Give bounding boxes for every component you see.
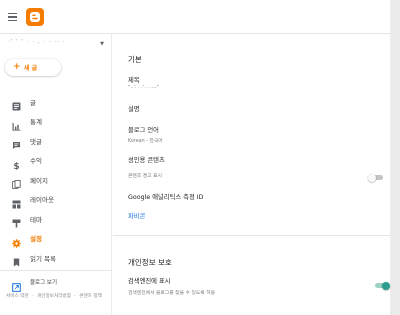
- caret-down-icon: ▼: [100, 41, 104, 47]
- sidebar-item-label: 수익: [30, 157, 42, 165]
- new-post-button[interactable]: + 새 글: [5, 59, 61, 76]
- blog-name: ·' ˈ ’ · · ‚ · · ·· ·: [8, 39, 66, 45]
- basic-section-title: 기본: [128, 55, 142, 64]
- divider: [0, 270, 112, 271]
- sidebar-item-reading-list[interactable]: 읽기 목록: [0, 247, 112, 267]
- sidebar-item-theme[interactable]: 테마: [0, 208, 112, 228]
- sidebar-item-settings[interactable]: 설정: [0, 228, 112, 248]
- top-bar: [0, 0, 390, 34]
- hamburger-icon[interactable]: [8, 13, 17, 22]
- blog-selector[interactable]: ·' ˈ ’ · · ‚ · · ·· · ▼: [8, 39, 106, 51]
- sidebar-item-pages[interactable]: 페이지: [0, 169, 112, 189]
- privacy-section-title: 개인정보 보호: [128, 258, 172, 267]
- title-setting[interactable]: 제목: [128, 75, 140, 84]
- sidebar-item-label: 댓글: [30, 137, 42, 146]
- sidebar-item-label: 읽기 목록: [30, 254, 56, 263]
- sidebar-item-label: 글: [30, 98, 36, 107]
- stats-icon: [12, 116, 21, 131]
- sidebar-item-stats[interactable]: 통계: [0, 111, 112, 131]
- description-setting[interactable]: 설명: [128, 104, 140, 113]
- layout-icon: [12, 194, 21, 208]
- search-visibility-desc: 검색엔진에서 블로그를 찾을 수 있도록 허용: [128, 291, 216, 296]
- app-window: ·' ˈ ’ · · ‚ · · ·· · ▼ + 새 글 글 통계 댓글 $ …: [0, 0, 390, 315]
- terms-link[interactable]: 서비스 약관: [6, 294, 29, 299]
- new-post-label: 새 글: [24, 65, 38, 72]
- sidebar-item-label: 페이지: [30, 176, 48, 185]
- theme-icon: [12, 213, 21, 228]
- sidebar-item-label: 테마: [30, 215, 42, 224]
- language-setting[interactable]: 블로그 언어: [128, 125, 159, 134]
- settings-panel: 기본 제목 “··’· · ·’· · ····” 설명 블로그 언어 Kore…: [113, 34, 390, 315]
- bookmark-icon: [12, 252, 21, 267]
- pages-icon: [12, 174, 21, 189]
- earnings-icon: $: [12, 155, 21, 172]
- adult-content-desc: 콘텐츠 경고 표시: [128, 174, 162, 179]
- divider: [113, 235, 390, 236]
- adult-content-toggle[interactable]: [368, 173, 384, 182]
- language-value: Korean - 한국어: [128, 139, 163, 144]
- sidebar-item-label: 통계: [30, 118, 42, 126]
- favicon-setting[interactable]: 파비콘: [128, 211, 145, 220]
- adult-content-setting[interactable]: 성인용 콘텐츠: [128, 155, 165, 164]
- comments-icon: [12, 135, 21, 149]
- footer-separator: ·: [32, 294, 34, 299]
- sidebar-item-label: 레이아웃: [30, 196, 54, 204]
- view-blog-link[interactable]: 블로그 보기: [0, 275, 112, 292]
- privacy-link[interactable]: 개인정보처리방침: [37, 294, 71, 299]
- analytics-id-setting[interactable]: Google 애널리틱스 측정 ID: [128, 192, 203, 201]
- footer-separator: ·: [74, 294, 76, 299]
- blogger-logo[interactable]: [26, 8, 44, 26]
- posts-icon: [12, 96, 21, 111]
- view-blog-label: 블로그 보기: [30, 280, 58, 286]
- title-value: “··’· · ·’· · ····”: [128, 86, 159, 91]
- toggle-thumb: [382, 281, 390, 290]
- sidebar-item-label: 설정: [30, 235, 42, 243]
- open-external-icon: [12, 277, 21, 292]
- content-policy-link[interactable]: 콘텐츠 정책: [79, 294, 102, 299]
- search-visibility-toggle[interactable]: [374, 281, 390, 290]
- footer-links: 서비스 약관 · 개인정보처리방침 · 콘텐츠 정책: [6, 293, 104, 299]
- gear-icon: [12, 233, 21, 248]
- sidebar-item-earnings[interactable]: $ 수익: [0, 150, 112, 172]
- sidebar-nav: 글 통계 댓글 $ 수익 페이지 레이아웃 테마 설정 읽기 목록: [0, 91, 112, 267]
- sidebar-item-posts[interactable]: 글: [0, 91, 112, 111]
- search-visibility-setting[interactable]: 검색엔진에 표시: [128, 276, 171, 285]
- sidebar-item-layout[interactable]: 레이아웃: [0, 189, 112, 208]
- sidebar: ·' ˈ ’ · · ‚ · · ·· · ▼ + 새 글 글 통계 댓글 $ …: [0, 34, 112, 315]
- toggle-thumb: [368, 173, 376, 182]
- sidebar-item-comments[interactable]: 댓글: [0, 130, 112, 150]
- plus-icon: +: [13, 62, 21, 72]
